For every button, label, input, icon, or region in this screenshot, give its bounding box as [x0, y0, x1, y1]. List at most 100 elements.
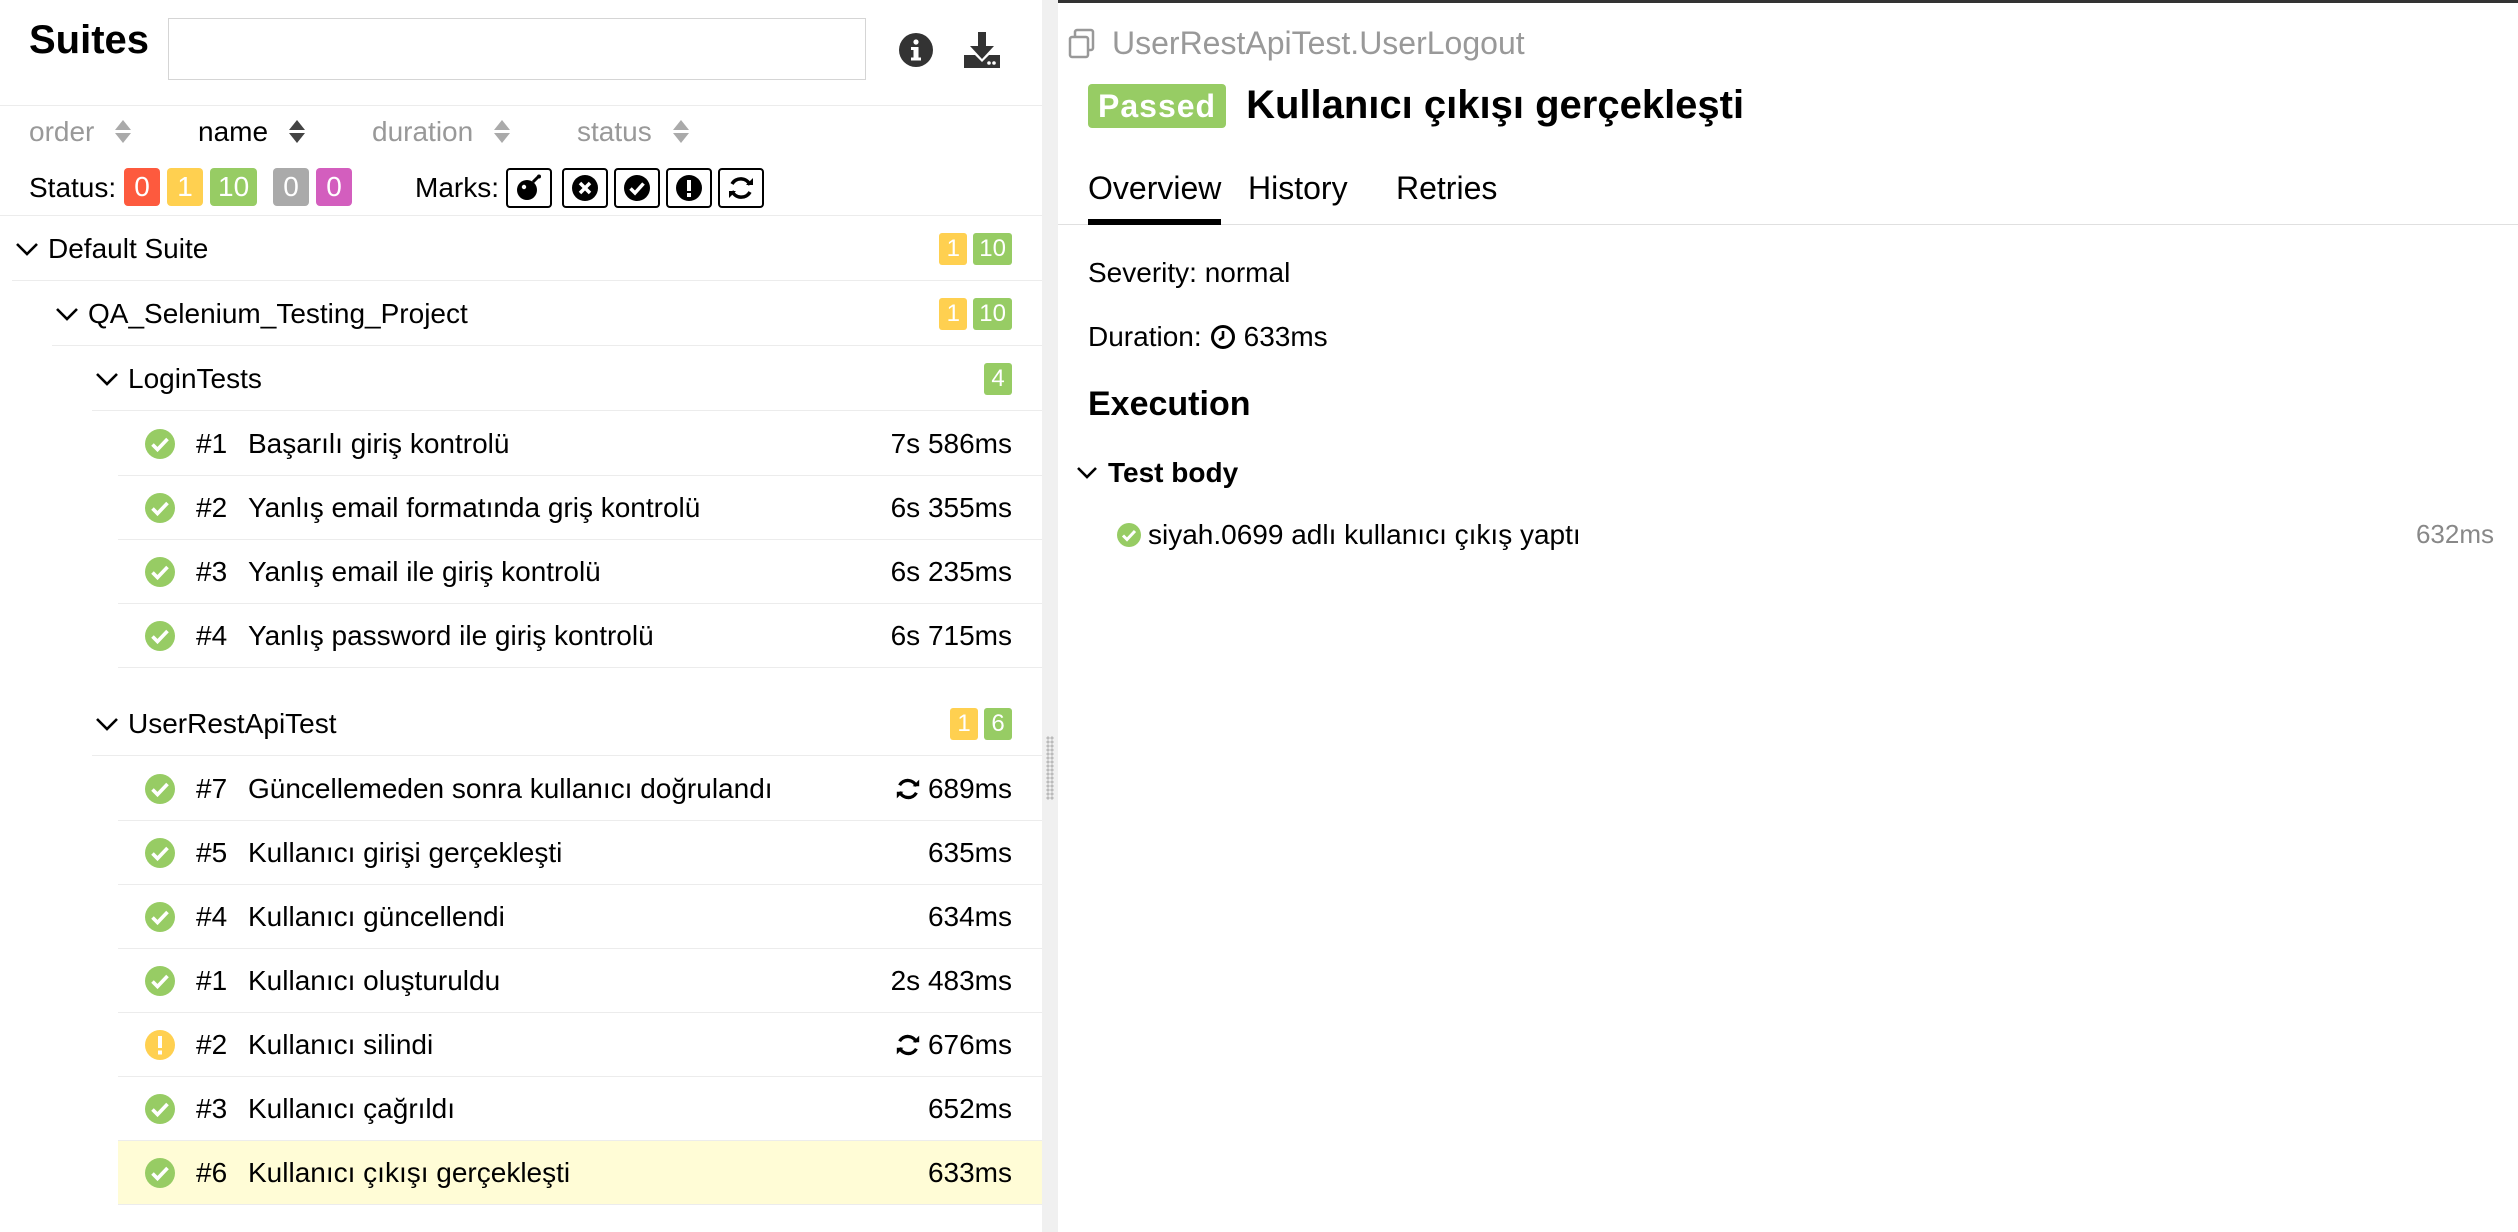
- test-row[interactable]: #3 Kullanıcı çağrıldı 652ms: [118, 1077, 1042, 1141]
- test-name: Yanlış email formatında griş kontrolü: [248, 492, 701, 523]
- test-title-row: Passed Kullanıcı çıkışı gerçekleşti: [1088, 83, 1744, 128]
- test-duration: 6s 235ms: [891, 556, 1012, 588]
- test-duration: 689ms: [894, 773, 1012, 805]
- tree-group-row[interactable]: LoginTests 4: [92, 347, 1042, 411]
- test-order: #2: [196, 492, 228, 523]
- mark-new-failed-button[interactable]: [562, 168, 608, 208]
- test-duration-value: 6s 355ms: [890, 492, 1012, 523]
- chevron-down-icon: [56, 307, 78, 321]
- sort-duration[interactable]: duration: [372, 116, 511, 148]
- chevron-down-icon: [1077, 467, 1097, 479]
- passed-check-icon: [1117, 523, 1141, 547]
- test-name: Yanlış password ile giriş kontrolü: [248, 620, 654, 651]
- retries-icon: [729, 177, 753, 199]
- test-order: #5: [196, 837, 228, 868]
- test-duration: 676ms: [894, 1029, 1012, 1061]
- broken-count-badge: 1: [950, 708, 978, 740]
- test-row[interactable]: #5 Kullanıcı girişi gerçekleşti 635ms: [118, 821, 1042, 885]
- marks-filter-label: Marks:: [415, 172, 499, 203]
- test-row[interactable]: #1 Başarılı giriş kontrolü 7s 586ms: [118, 412, 1042, 476]
- search-input[interactable]: [168, 18, 866, 80]
- group-counters: 1 10: [939, 298, 1012, 330]
- sort-bar: order name duration status: [0, 106, 1042, 160]
- test-duration-value: 689ms: [927, 773, 1012, 804]
- group-name: QA_Selenium_Testing_Project: [88, 297, 468, 329]
- download-icon[interactable]: [960, 28, 1004, 72]
- mark-flaky-button[interactable]: [506, 168, 552, 208]
- test-row-selected[interactable]: #6 Kullanıcı çıkışı gerçekleşti 633ms: [118, 1141, 1042, 1205]
- clock-icon: [1210, 325, 1235, 349]
- test-duration-value: 635ms: [927, 837, 1012, 868]
- broken-count-badge: 1: [939, 233, 968, 265]
- splitter-grip-icon[interactable]: [1046, 736, 1054, 800]
- mark-new-broken-button[interactable]: [666, 168, 712, 208]
- test-order: #7: [196, 773, 228, 804]
- test-row[interactable]: #2 Kullanıcı silindi 676ms: [118, 1013, 1042, 1077]
- step-row[interactable]: siyah.0699 adlı kullanıcı çıkış yaptı: [1116, 519, 2508, 551]
- passed-check-icon: [145, 774, 175, 804]
- test-order: #2: [196, 1029, 228, 1060]
- test-body-toggle[interactable]: Test body: [1074, 457, 1238, 489]
- severity-text: Severity: normal: [1088, 257, 1291, 288]
- suites-pane: Suites order name duration status Status…: [0, 0, 1042, 1232]
- detail-tabs: Overview History Retries: [1058, 153, 2518, 225]
- passed-count-badge: 10: [973, 298, 1012, 330]
- status-filter-passed[interactable]: 10: [210, 168, 258, 206]
- test-row[interactable]: #2 Yanlış email formatında griş kontrolü 6…: [118, 476, 1042, 540]
- info-icon[interactable]: [894, 28, 938, 72]
- tree-group-row[interactable]: Default Suite 1 10: [12, 217, 1042, 281]
- mark-retries-button[interactable]: [718, 168, 764, 208]
- test-duration: 7s 586ms: [891, 428, 1012, 460]
- test-row[interactable]: #4 Yanlış password ile giriş kontrolü 6s 7…: [118, 604, 1042, 668]
- test-name: Kullanıcı silindi: [248, 1029, 434, 1060]
- sort-status[interactable]: status: [577, 116, 690, 148]
- tree-group-row[interactable]: UserRestApiTest 1 6: [92, 692, 1042, 756]
- test-row[interactable]: #4 Kullanıcı güncellendi 634ms: [118, 885, 1042, 949]
- tab-overview[interactable]: Overview: [1088, 165, 1222, 225]
- status-filter-unknown[interactable]: 0: [316, 168, 352, 206]
- flaky-bomb-icon: [517, 174, 541, 200]
- passed-check-icon: [145, 966, 175, 996]
- filter-bar: Status: 0 1 10 0 0 Marks:: [0, 160, 1042, 216]
- group-counters: 1 10: [939, 233, 1012, 265]
- breadcrumb-text: UserRestApiTest.UserLogout: [1112, 25, 1525, 61]
- pane-splitter[interactable]: [1042, 0, 1058, 1232]
- test-duration: 6s 355ms: [891, 492, 1012, 524]
- test-duration-value: 633ms: [927, 1157, 1012, 1188]
- broken-exclamation-icon: [145, 1030, 175, 1060]
- test-name: Başarılı giriş kontrolü: [248, 428, 510, 459]
- copy-icon[interactable]: [1066, 27, 1100, 61]
- group-counters: 4: [984, 363, 1012, 395]
- status-filter-broken[interactable]: 1: [167, 168, 203, 206]
- mark-new-passed-button[interactable]: [614, 168, 660, 208]
- test-row[interactable]: #1 Kullanıcı oluşturuldu 2s 483ms: [118, 949, 1042, 1013]
- tree-group-row[interactable]: QA_Selenium_Testing_Project 1 10: [52, 282, 1042, 346]
- test-row[interactable]: #3 Yanlış email ile giriş kontrolü 6s 235m…: [118, 540, 1042, 604]
- status-filter-failed[interactable]: 0: [124, 168, 160, 206]
- sort-name[interactable]: name: [198, 116, 306, 148]
- group-name: LoginTests: [128, 362, 262, 394]
- test-order: #1: [196, 965, 228, 996]
- status-filter-label: Status:: [29, 172, 117, 203]
- passed-check-icon: [145, 1094, 175, 1124]
- duration-value: 633ms: [1243, 321, 1328, 352]
- sort-name-label: name: [198, 116, 269, 147]
- duration-label: Duration:: [1088, 321, 1202, 352]
- step-duration: 632ms: [2415, 519, 2494, 549]
- sort-order-label: order: [29, 116, 95, 147]
- sort-order[interactable]: order: [29, 116, 132, 148]
- chevron-down-icon: [96, 372, 118, 386]
- status-filter-skipped[interactable]: 0: [273, 168, 309, 206]
- group-counters: 16: [950, 708, 1012, 740]
- tab-history[interactable]: History: [1248, 165, 1348, 225]
- test-duration-value: 6s 715ms: [890, 620, 1012, 651]
- test-name: Güncellemeden sonra kullanıcı doğrulandı: [248, 773, 773, 804]
- breadcrumb: UserRestApiTest.UserLogout: [1066, 25, 1525, 62]
- tab-retries[interactable]: Retries: [1396, 165, 1497, 225]
- new-failed-icon: [572, 175, 598, 201]
- broken-count-badge: 1: [939, 298, 968, 330]
- test-title: Kullanıcı çıkışı gerçekleşti: [1246, 83, 1745, 127]
- test-row[interactable]: #7 Güncellemeden sonra kullanıcı doğrulan…: [118, 757, 1042, 821]
- test-details-pane: UserRestApiTest.UserLogout Passed Kullan…: [1058, 0, 2518, 1232]
- passed-check-icon: [145, 429, 175, 459]
